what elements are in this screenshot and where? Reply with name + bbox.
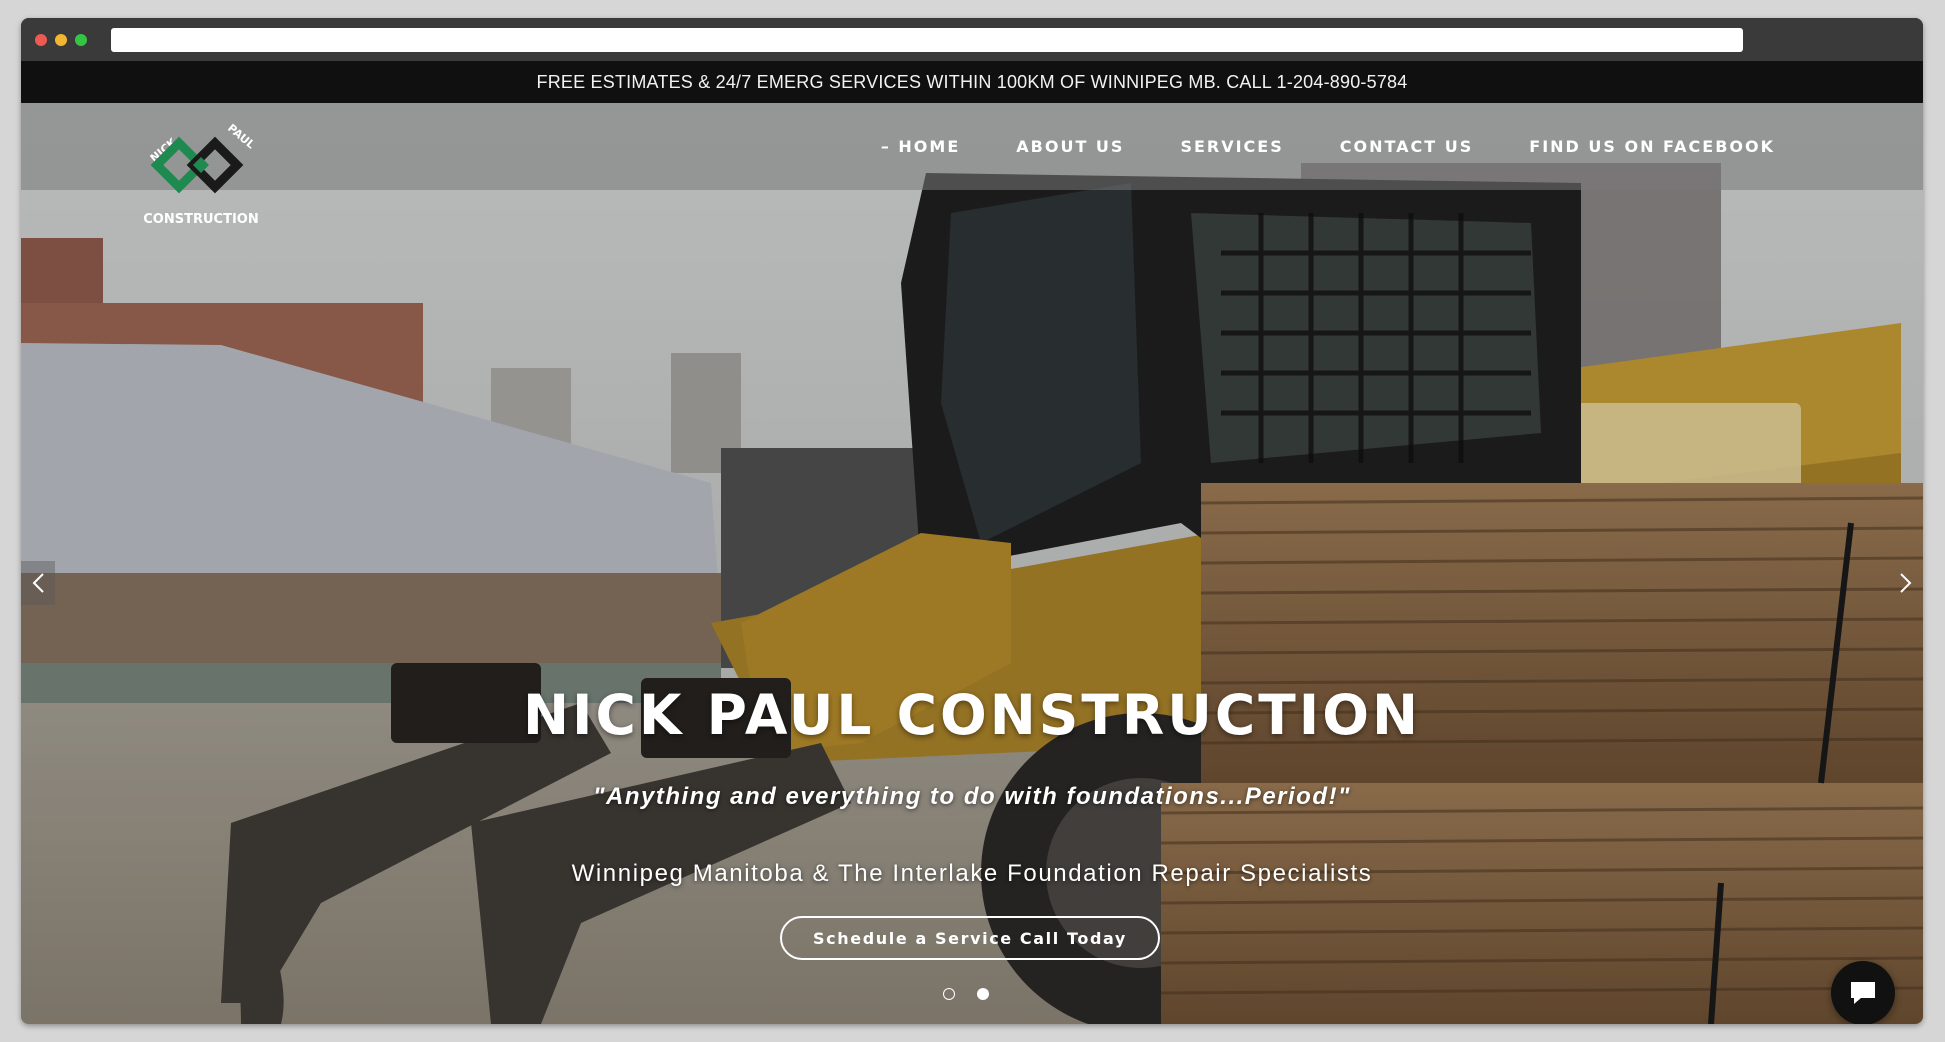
slider-next-button[interactable] xyxy=(1889,561,1923,605)
chevron-right-icon xyxy=(1900,573,1912,593)
hero-subline: Winnipeg Manitoba & The Interlake Founda… xyxy=(571,860,1373,887)
announcement-bar: FREE ESTIMATES & 24/7 EMERG SERVICES WIT… xyxy=(21,61,1923,103)
hero-tagline: "Anything and everything to do with foun… xyxy=(593,783,1351,810)
chat-widget-button[interactable] xyxy=(1831,961,1895,1024)
nav-item-contact-us[interactable]: CONTACT US xyxy=(1340,137,1474,156)
slide-indicator-2[interactable] xyxy=(977,988,989,1000)
browser-toolbar xyxy=(21,18,1923,61)
nav-item-services[interactable]: SERVICES xyxy=(1180,137,1283,156)
nav-item-home[interactable]: – HOME xyxy=(881,137,960,156)
logo-mark-icon: NICK PAUL CONSTRUCTION xyxy=(143,121,258,227)
hero-headline: NICK PAUL CONSTRUCTION xyxy=(522,683,1422,747)
slide-indicators xyxy=(943,988,989,1000)
slider-prev-button[interactable] xyxy=(21,561,55,605)
site-logo[interactable]: NICK PAUL CONSTRUCTION xyxy=(141,121,261,231)
slide-indicator-1[interactable] xyxy=(943,988,955,1000)
logo-word-bottom: CONSTRUCTION xyxy=(143,212,258,227)
hero-slider: NICK PAUL CONSTRUCTION – HOME ABOUT US S… xyxy=(21,103,1923,1024)
chevron-left-icon xyxy=(32,573,44,593)
announcement-text: FREE ESTIMATES & 24/7 EMERG SERVICES WIT… xyxy=(536,72,1408,92)
minimize-window-button[interactable] xyxy=(55,34,67,46)
close-window-button[interactable] xyxy=(35,34,47,46)
maximize-window-button[interactable] xyxy=(75,34,87,46)
main-navigation: – HOME ABOUT US SERVICES CONTACT US FIND… xyxy=(881,103,1775,190)
nav-item-facebook[interactable]: FIND US ON FACEBOOK xyxy=(1529,137,1775,156)
chat-bubble-icon xyxy=(1851,982,1875,1004)
schedule-service-button[interactable]: Schedule a Service Call Today xyxy=(780,916,1160,960)
browser-window: FREE ESTIMATES & 24/7 EMERG SERVICES WIT… xyxy=(21,18,1923,1024)
nav-item-about-us[interactable]: ABOUT US xyxy=(1016,137,1124,156)
logo-word-right: PAUL xyxy=(225,123,257,151)
address-bar[interactable] xyxy=(111,28,1743,52)
